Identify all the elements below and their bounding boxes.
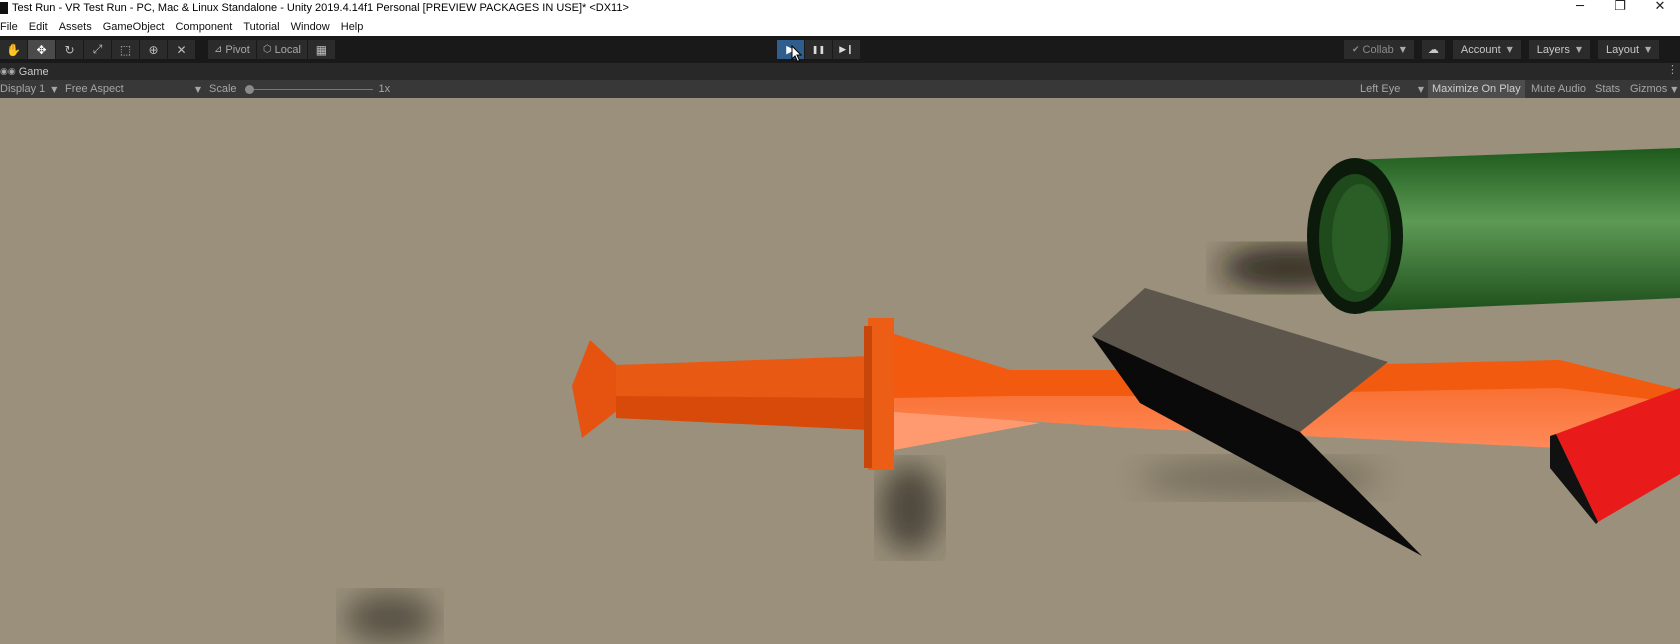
cloud-icon: ☁ xyxy=(1427,43,1439,56)
layout-dropdown[interactable]: Layout ▼ xyxy=(1597,40,1660,59)
account-label: Account xyxy=(1460,43,1501,56)
gizmos-label: Gizmos xyxy=(1630,83,1668,95)
transform-icon: ⊕ xyxy=(148,42,159,57)
mute-label: Mute Audio xyxy=(1531,83,1587,95)
grid-snap-button[interactable]: ▦ xyxy=(307,40,335,59)
window-titlebar: Test Run - VR Test Run - PC, Mac & Linux… xyxy=(0,0,1680,16)
local-toggle-button[interactable]: ⬡ Local xyxy=(256,40,307,59)
mute-audio-toggle[interactable]: Mute Audio xyxy=(1531,80,1586,98)
transform-tool-button[interactable]: ⊕ xyxy=(140,40,167,59)
window-title: Test Run - VR Test Run - PC, Mac & Linux… xyxy=(12,2,629,14)
rect-icon: ⬚ xyxy=(119,42,132,57)
scale-icon: ⤢ xyxy=(92,42,103,56)
collab-label: Collab xyxy=(1362,43,1394,56)
move-icon: ✥ xyxy=(36,42,47,57)
game-view-controls: Display 1 ▼ Free Aspect ▼ Scale 1x Left Ey… xyxy=(0,80,1680,98)
collab-dropdown[interactable]: ✔ Collab ▼ xyxy=(1344,40,1414,59)
minimize-button[interactable]: ─ xyxy=(1560,0,1600,16)
pivot-label: Pivot xyxy=(225,43,250,56)
menu-edit[interactable]: Edit xyxy=(29,21,48,33)
scale-control: Scale 1x xyxy=(209,80,390,98)
play-controls: ▶ ❚❚ ▶❙ xyxy=(777,40,861,59)
game-scene xyxy=(345,148,1680,643)
menu-component[interactable]: Component xyxy=(175,21,232,33)
game-tab-bar: ◉◉ Game ⋮ xyxy=(0,63,1680,80)
layers-label: Layers xyxy=(1536,43,1570,56)
mouse-cursor-icon xyxy=(791,45,803,63)
menu-assets[interactable]: Assets xyxy=(59,21,92,33)
menu-help[interactable]: Help xyxy=(341,21,364,33)
maximize-on-play-toggle[interactable]: Maximize On Play xyxy=(1428,80,1525,98)
rect-tool-button[interactable]: ⬚ xyxy=(112,40,139,59)
layout-label: Layout xyxy=(1605,43,1640,56)
aspect-label: Free Aspect xyxy=(65,83,124,95)
floor-shadow xyxy=(345,593,435,643)
restore-button[interactable]: ❐ xyxy=(1600,0,1640,16)
rotate-tool-button[interactable]: ↻ xyxy=(56,40,83,59)
rotate-icon: ↻ xyxy=(64,42,75,57)
right-toolbar: ✔ Collab ▼ ☁ Account ▼ Layers ▼ Layout ▼ xyxy=(1344,40,1667,59)
chevron-down-icon: ▼ xyxy=(1417,84,1424,94)
account-dropdown[interactable]: Account ▼ xyxy=(1452,40,1521,59)
local-label: Local xyxy=(274,43,301,56)
gizmos-dropdown[interactable]: Gizmos ▼ xyxy=(1630,80,1677,98)
maximize-label: Maximize On Play xyxy=(1432,83,1521,95)
scale-slider[interactable] xyxy=(244,84,373,94)
tab-menu-icon[interactable]: ⋮ xyxy=(1667,63,1678,76)
scale-value: 1x xyxy=(378,83,391,95)
eye-dropdown[interactable]: Left Eye ▼ xyxy=(1360,80,1424,98)
menu-bar: File Edit Assets GameObject Component Tu… xyxy=(0,17,1680,36)
game-viewport[interactable] xyxy=(0,98,1680,644)
hand-icon: ✋ xyxy=(6,42,21,57)
menu-gameobject[interactable]: GameObject xyxy=(103,21,165,33)
layers-dropdown[interactable]: Layers ▼ xyxy=(1528,40,1590,59)
chevron-down-icon: ▼ xyxy=(51,84,58,94)
stats-label: Stats xyxy=(1595,83,1621,95)
main-toolbar: ✋ ✥ ↻ ⤢ ⬚ ⊕ ✕ ⊿ Pivot ⬡ Local ▦ ▶ ❚❚ ▶❙ ✔ C… xyxy=(0,36,1680,63)
close-button[interactable]: ✕ xyxy=(1640,0,1680,16)
pivot-controls: ⊿ Pivot ⬡ Local ▦ xyxy=(208,40,336,59)
chevron-down-icon: ▼ xyxy=(1399,45,1406,54)
display-dropdown[interactable]: Display 1 ▼ xyxy=(0,80,57,98)
unity-logo-icon xyxy=(0,2,8,14)
tab-game[interactable]: Game xyxy=(19,66,49,78)
pivot-toggle-button[interactable]: ⊿ Pivot xyxy=(208,40,256,59)
eye-label: Left Eye xyxy=(1360,83,1401,95)
green-pipe xyxy=(1307,148,1680,314)
sword-shadow xyxy=(880,464,940,552)
move-tool-button[interactable]: ✥ xyxy=(28,40,55,59)
pivot-icon: ⊿ xyxy=(214,44,223,55)
chevron-down-icon: ▼ xyxy=(1506,45,1513,54)
pause-button[interactable]: ❚❚ xyxy=(805,40,832,59)
collab-check-icon: ✔ xyxy=(1352,44,1360,55)
step-button[interactable]: ▶❙ xyxy=(833,40,860,59)
menu-file[interactable]: File xyxy=(0,21,18,33)
step-icon: ▶❙ xyxy=(839,44,854,55)
scale-slider-handle[interactable] xyxy=(244,84,254,94)
custom-tool-icon: ✕ xyxy=(176,42,187,57)
chevron-down-icon: ▼ xyxy=(194,84,201,94)
pause-icon: ❚❚ xyxy=(811,45,826,54)
game-tab-icon: ◉◉ xyxy=(0,66,16,77)
menu-window[interactable]: Window xyxy=(291,21,330,33)
chevron-down-icon: ▼ xyxy=(1671,84,1678,94)
cloud-button[interactable]: ☁ xyxy=(1421,40,1445,59)
scale-label: Scale xyxy=(209,83,237,95)
hand-tool-button[interactable]: ✋ xyxy=(0,40,27,59)
chevron-down-icon: ▼ xyxy=(1575,45,1582,54)
stats-toggle[interactable]: Stats xyxy=(1595,80,1620,98)
menu-tutorial[interactable]: Tutorial xyxy=(243,21,279,33)
grid-icon: ▦ xyxy=(315,42,328,57)
transform-tools: ✋ ✥ ↻ ⤢ ⬚ ⊕ ✕ xyxy=(0,40,196,59)
custom-tool-button[interactable]: ✕ xyxy=(168,40,195,59)
scale-tool-button[interactable]: ⤢ xyxy=(84,40,111,59)
local-icon: ⬡ xyxy=(262,44,272,55)
chevron-down-icon: ▼ xyxy=(1645,45,1652,54)
aspect-dropdown[interactable]: Free Aspect ▼ xyxy=(65,80,201,98)
window-controls: ─ ❐ ✕ xyxy=(1560,0,1680,16)
display-label: Display 1 xyxy=(0,83,46,95)
